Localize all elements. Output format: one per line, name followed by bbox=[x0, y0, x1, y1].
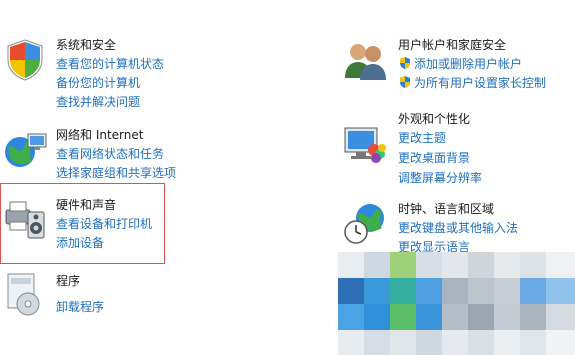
printer-speaker-icon[interactable] bbox=[2, 196, 48, 242]
pixelated-region bbox=[338, 252, 575, 355]
programs-disc-icon[interactable] bbox=[2, 270, 48, 316]
link-parental-controls[interactable]: 为所有用户设置家长控制 bbox=[414, 74, 546, 91]
users-icon[interactable] bbox=[342, 38, 388, 84]
network-globe-icon[interactable] bbox=[2, 126, 48, 172]
link-find-fix-problems[interactable]: 查找并解决问题 bbox=[56, 93, 140, 110]
link-homegroup-sharing[interactable]: 选择家庭组和共享选项 bbox=[56, 164, 176, 181]
uac-shield-icon bbox=[400, 57, 410, 69]
uac-shield-icon bbox=[400, 76, 410, 88]
category-title[interactable]: 系统和安全 bbox=[56, 36, 116, 53]
link-add-device[interactable]: 添加设备 bbox=[56, 234, 104, 251]
link-uninstall-program[interactable]: 卸载程序 bbox=[56, 298, 104, 315]
link-change-keyboard[interactable]: 更改键盘或其他输入法 bbox=[398, 219, 518, 236]
category-title[interactable]: 时钟、语言和区域 bbox=[398, 200, 494, 217]
link-screen-resolution[interactable]: 调整屏幕分辨率 bbox=[398, 169, 482, 186]
link-change-theme[interactable]: 更改主题 bbox=[398, 129, 446, 146]
link-desktop-background[interactable]: 更改桌面背景 bbox=[398, 149, 470, 166]
shield-icon[interactable] bbox=[2, 36, 48, 82]
appearance-monitor-icon[interactable] bbox=[342, 120, 388, 166]
link-view-computer-status[interactable]: 查看您的计算机状态 bbox=[56, 55, 164, 72]
category-title[interactable]: 外观和个性化 bbox=[398, 110, 470, 127]
category-title[interactable]: 用户帐户和家庭安全 bbox=[398, 36, 506, 53]
link-view-network-status[interactable]: 查看网络状态和任务 bbox=[56, 145, 164, 162]
category-title[interactable]: 程序 bbox=[56, 272, 80, 289]
category-title[interactable]: 网络和 Internet bbox=[56, 126, 143, 143]
link-add-remove-accounts[interactable]: 添加或删除用户帐户 bbox=[414, 55, 522, 72]
link-devices-printers[interactable]: 查看设备和打印机 bbox=[56, 215, 152, 232]
category-title[interactable]: 硬件和声音 bbox=[56, 196, 116, 213]
link-backup-computer[interactable]: 备份您的计算机 bbox=[56, 74, 140, 91]
clock-globe-icon[interactable] bbox=[342, 200, 388, 246]
